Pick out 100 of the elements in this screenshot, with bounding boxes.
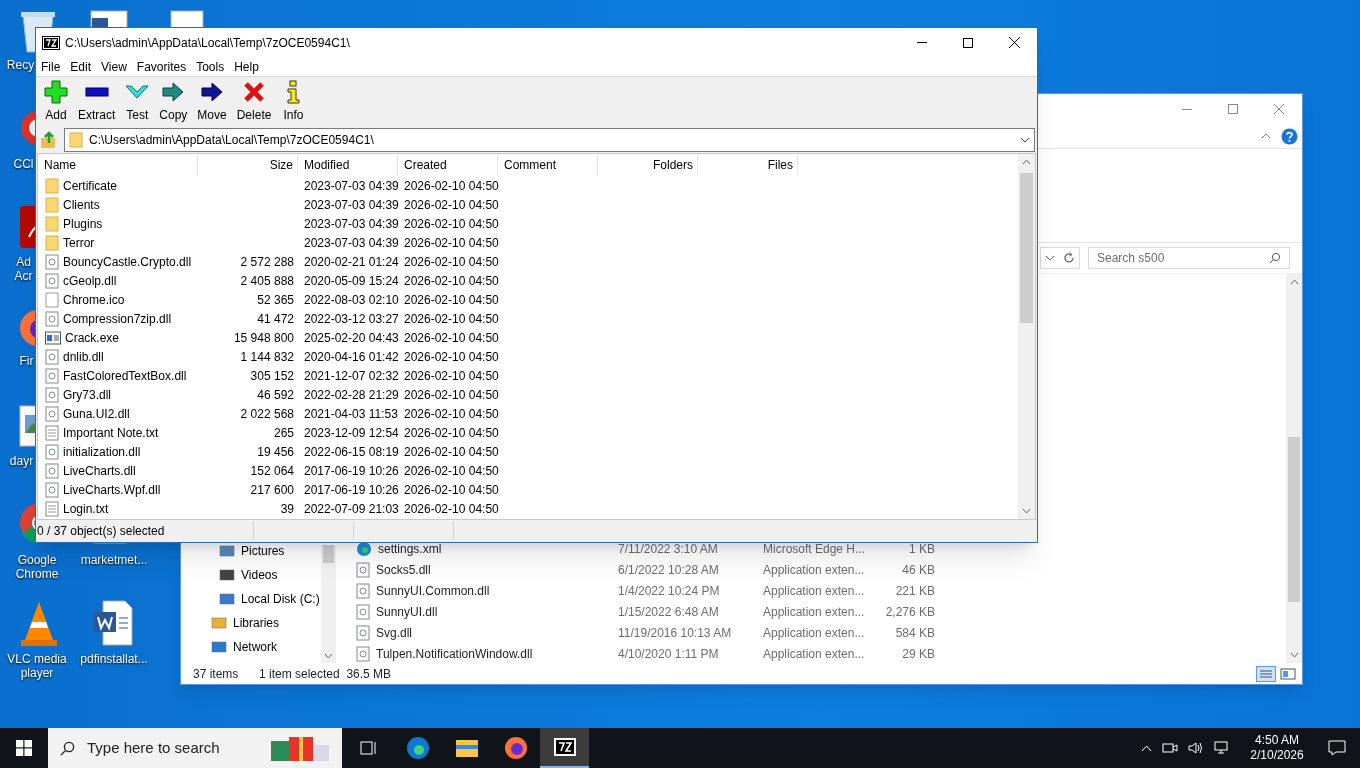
- file-name[interactable]: Guna.UI2.dll: [63, 404, 130, 423]
- dropdown-icon[interactable]: [1045, 255, 1055, 261]
- dll-file-icon: [356, 603, 370, 620]
- scroll-up-icon[interactable]: [1022, 159, 1031, 165]
- camera-icon[interactable]: [1162, 741, 1178, 755]
- file-size: 52 365: [257, 292, 294, 307]
- menu-item[interactable]: Help: [229, 57, 264, 76]
- file-name[interactable]: Clients: [63, 195, 100, 214]
- search-box[interactable]: Search s500: [1088, 247, 1290, 269]
- close-icon[interactable]: [1274, 104, 1284, 114]
- file-size: 2 405 888: [240, 273, 294, 288]
- file-name[interactable]: Chrome.ico: [63, 290, 125, 309]
- column-header[interactable]: Name: [38, 154, 198, 176]
- desktop-icon-label[interactable]: marketmet...: [74, 553, 154, 567]
- taskbar-app-button[interactable]: [540, 728, 589, 768]
- menu-item[interactable]: Favorites: [131, 57, 192, 76]
- file-created: 2026-02-10 04:50: [403, 443, 498, 461]
- scrollbar[interactable]: [1018, 154, 1035, 519]
- scroll-down-icon[interactable]: [1022, 508, 1031, 514]
- file-size: 584 KB: [894, 624, 935, 642]
- file-name[interactable]: LiveCharts.Wpf.dll: [63, 480, 161, 499]
- search-field[interactable]: Search s500: [1097, 249, 1257, 267]
- scrollbar[interactable]: [1286, 274, 1302, 663]
- navigation-item[interactable]: Libraries: [233, 614, 280, 632]
- toolbar-button[interactable]: Delete: [231, 79, 277, 125]
- file-name[interactable]: Plugins: [63, 214, 103, 233]
- desktop-icon-label[interactable]: Google Chrome: [0, 553, 74, 581]
- menu-item[interactable]: File: [36, 57, 66, 76]
- file-name[interactable]: Certificate: [63, 176, 118, 195]
- file-size: 39: [280, 501, 294, 516]
- file-size: 2,276 KB: [884, 603, 935, 621]
- address-bar-end[interactable]: [1040, 247, 1080, 269]
- file-name[interactable]: Gry73.dll: [63, 385, 112, 404]
- file-name[interactable]: FastColoredTextBox.dll: [63, 366, 187, 385]
- file-name[interactable]: settings.xml: [378, 539, 442, 558]
- desktop-icon-label[interactable]: Recy: [6, 58, 35, 72]
- toolbar-button[interactable]: Info: [276, 79, 311, 125]
- desktop-icon-label[interactable]: VLC media player: [0, 652, 74, 680]
- scroll-up-icon[interactable]: [1289, 279, 1299, 285]
- file-name[interactable]: Important Note.txt: [63, 423, 159, 442]
- path-field[interactable]: C:\Users\admin\AppData\Local\Temp\7zOCE0594C1\: [64, 128, 1035, 152]
- file-name[interactable]: SunnyUI.dll: [376, 602, 438, 621]
- menu-item[interactable]: Edit: [65, 57, 97, 76]
- refresh-icon[interactable]: [1063, 252, 1075, 264]
- scroll-down-icon[interactable]: [1289, 652, 1299, 658]
- toolbar-button[interactable]: Copy: [154, 79, 193, 125]
- column-header[interactable]: Size: [198, 154, 298, 176]
- file-name[interactable]: LiveCharts.dll: [63, 461, 136, 480]
- desktop-icon-label[interactable]: pdfinstallat...: [74, 652, 154, 666]
- search-box[interactable]: Type here to search: [48, 728, 342, 768]
- file-modified: 2022-03-12 03:27: [303, 310, 398, 328]
- toolbar-button[interactable]: Test: [120, 79, 155, 125]
- navigation-item[interactable]: Network: [233, 638, 277, 656]
- file-name[interactable]: Compression7zip.dll: [63, 309, 172, 328]
- file-name[interactable]: Tulpen.NotificationWindow.dll: [376, 644, 533, 663]
- search-field[interactable]: Type here to search: [87, 736, 257, 760]
- file-created: 2026-02-10 04:50: [403, 481, 498, 499]
- column-header[interactable]: Folders: [598, 154, 698, 176]
- file-name[interactable]: Svg.dll: [376, 623, 413, 642]
- file-modified: 2022-02-28 21:29: [303, 386, 398, 404]
- desktop-icon-label[interactable]: CCl: [12, 157, 35, 171]
- file-modified: 7/11/2022 3:10 AM: [618, 540, 719, 558]
- scroll-down-icon[interactable]: [324, 653, 333, 659]
- file-name[interactable]: Socks5.dll: [376, 560, 431, 579]
- help-icon[interactable]: [1281, 127, 1298, 145]
- file-name[interactable]: dnlib.dll: [63, 347, 104, 366]
- details-view-icon[interactable]: [1256, 665, 1276, 682]
- navigation-item[interactable]: Local Disk (C:): [241, 590, 320, 608]
- notification-icon[interactable]: [1328, 740, 1346, 756]
- scrollbar-thumb[interactable]: [323, 545, 334, 563]
- file-name[interactable]: Crack.exe: [65, 328, 120, 347]
- column-header[interactable]: Modified: [298, 154, 398, 176]
- file-name[interactable]: BouncyCastle.Crypto.dll: [63, 252, 192, 271]
- toolbar-button[interactable]: Move: [192, 79, 232, 125]
- column-header[interactable]: Files: [698, 154, 798, 176]
- archive-app-icon: [552, 737, 577, 757]
- menu-item[interactable]: Tools: [191, 57, 230, 76]
- file-name[interactable]: initialization.dll: [63, 442, 141, 461]
- toolbar-button[interactable]: Extract: [73, 79, 121, 125]
- network-icon[interactable]: [1214, 741, 1230, 755]
- clock[interactable]: 4:50 AM 2/10/2026: [1240, 733, 1314, 763]
- file-name[interactable]: cGeolp.dll: [63, 271, 117, 290]
- toolbar-button[interactable]: Add: [39, 79, 73, 125]
- column-header[interactable]: Created: [398, 154, 498, 176]
- traffic-cone-icon: [19, 600, 59, 648]
- tiles-view-icon[interactable]: [1280, 665, 1296, 682]
- navigation-item[interactable]: Pictures: [241, 542, 285, 560]
- file-name[interactable]: Terror: [63, 233, 95, 252]
- file-name[interactable]: Login.txt: [63, 499, 109, 518]
- desktop-icon-label[interactable]: Fir: [18, 354, 35, 368]
- scrollbar[interactable]: [321, 545, 336, 663]
- desktop-icon-label[interactable]: dayr: [8, 454, 35, 468]
- volume-icon[interactable]: [1188, 741, 1204, 755]
- column-header[interactable]: Comment: [498, 154, 598, 176]
- desktop-icon-label[interactable]: Ad Acr: [12, 255, 35, 283]
- up-folder-icon[interactable]: [40, 131, 58, 149]
- navigation-item[interactable]: Videos: [241, 566, 278, 584]
- file-name[interactable]: SunnyUI.Common.dll: [376, 581, 490, 600]
- menu-item[interactable]: View: [96, 57, 132, 76]
- dropdown-icon[interactable]: [1020, 137, 1030, 143]
